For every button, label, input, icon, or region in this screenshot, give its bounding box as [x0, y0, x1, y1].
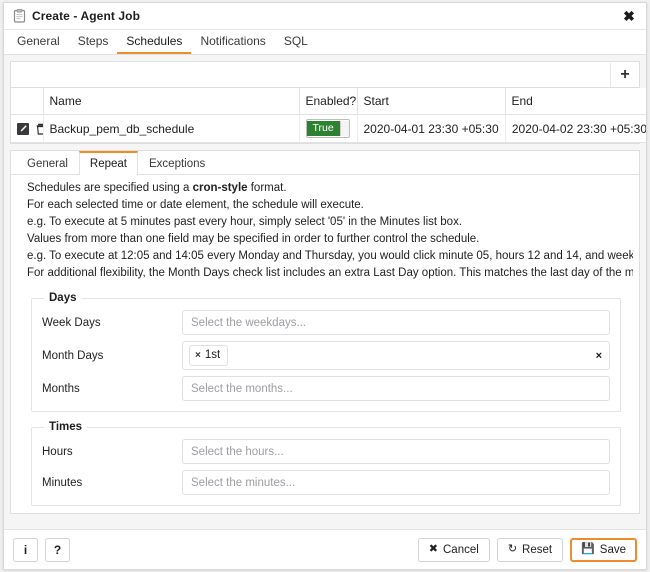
info-button[interactable]: i: [13, 537, 38, 562]
cell-schedule-name: Backup_pem_db_schedule: [43, 114, 300, 143]
close-icon[interactable]: ✖: [620, 7, 638, 25]
hours-select[interactable]: Select the hours...: [182, 439, 610, 464]
create-agent-job-dialog: Create - Agent Job ✖ General Steps Sched…: [3, 2, 647, 570]
table-header-row: Name Enabled? Start End: [11, 88, 646, 115]
schedule-subtabs: General Repeat Exceptions: [11, 151, 639, 175]
dialog-title: Create - Agent Job: [32, 9, 141, 23]
tab-sql[interactable]: SQL: [275, 32, 317, 54]
grid-toolbar: +: [11, 62, 639, 88]
week-days-placeholder: Select the weekdays...: [191, 316, 307, 329]
week-days-label: Week Days: [42, 316, 101, 329]
months-select[interactable]: Select the months...: [182, 376, 610, 401]
column-header-name: Name: [43, 88, 300, 115]
week-days-row: Week Days Select the weekdays...: [42, 310, 610, 335]
week-days-select[interactable]: Select the weekdays...: [182, 310, 610, 335]
reset-button[interactable]: ↻ Reset: [496, 537, 564, 562]
schedule-detail-panel: General Repeat Exceptions Schedules are …: [10, 150, 640, 514]
dialog-footer: i ? ✖ Cancel ↻ Reset 💾 Save: [4, 529, 646, 569]
month-days-row: Month Days × 1st ×: [42, 341, 610, 370]
month-days-label: Month Days: [42, 349, 104, 362]
cell-enabled: True: [299, 114, 358, 143]
tab-general[interactable]: General: [8, 32, 69, 54]
times-fieldset: Times Hours Select the hours... Minutes: [31, 421, 621, 506]
tab-steps[interactable]: Steps: [69, 32, 118, 54]
save-button-label: Save: [599, 543, 626, 556]
tab-notifications[interactable]: Notifications: [191, 32, 274, 54]
enabled-toggle-label: True: [306, 121, 340, 136]
help-line-6: For additional flexibility, the Month Da…: [27, 267, 633, 279]
cell-start: 2020-04-01 23:30 +05:30: [357, 114, 506, 143]
help-line-3: e.g. To execute at 5 minutes past every …: [27, 216, 463, 228]
subtab-general[interactable]: General: [16, 151, 79, 174]
schedules-table: Name Enabled? Start End Backup_pem_db_sc…: [11, 88, 646, 143]
floppy-disk-icon: 💾: [581, 543, 595, 555]
refresh-icon: ↻: [507, 543, 518, 555]
column-header-enabled: Enabled?: [299, 88, 358, 115]
minutes-placeholder: Select the minutes...: [191, 476, 296, 489]
subtab-exceptions[interactable]: Exceptions: [138, 151, 216, 174]
minutes-label: Minutes: [42, 476, 83, 489]
help-button[interactable]: ?: [45, 537, 70, 562]
hours-label: Hours: [42, 445, 73, 458]
months-row: Months Select the months...: [42, 376, 610, 401]
help-line-1a: Schedules are specified using a: [27, 182, 193, 194]
enabled-toggle-knob: [339, 121, 349, 136]
month-days-select[interactable]: × 1st ×: [182, 341, 610, 370]
column-header-actions: [11, 88, 44, 115]
chip-label: 1st: [204, 349, 221, 361]
days-legend: Days: [49, 292, 77, 304]
hours-row: Hours Select the hours...: [42, 439, 610, 464]
column-header-end: End: [505, 88, 646, 115]
help-line-1: Schedules are specified using a cron-sty…: [27, 181, 633, 196]
add-schedule-button[interactable]: +: [610, 62, 639, 87]
months-placeholder: Select the months...: [191, 382, 293, 395]
enabled-toggle[interactable]: True: [305, 119, 350, 138]
schedules-grid: + Name Enabled? Start End Backup_pem_db_…: [10, 61, 646, 144]
chip-remove-icon[interactable]: ×: [195, 348, 201, 363]
reset-button-label: Reset: [522, 543, 553, 556]
minutes-row: Minutes Select the minutes...: [42, 470, 610, 495]
table-row[interactable]: Backup_pem_db_schedule True 2020-04-01 2…: [11, 114, 646, 143]
clipboard-icon: [13, 9, 26, 23]
help-line-4: Values from more than one field may be s…: [27, 233, 480, 245]
save-button[interactable]: 💾 Save: [570, 537, 637, 562]
help-line-1c: format.: [247, 182, 287, 194]
month-days-clear-icon[interactable]: ×: [596, 350, 602, 362]
month-days-chip[interactable]: × 1st: [189, 345, 229, 366]
cell-end: 2020-04-02 23:30 +05:30: [505, 114, 646, 143]
cron-help-text: Schedules are specified using a cron-sty…: [11, 181, 639, 283]
times-legend: Times: [49, 421, 83, 433]
dialog-body: + Name Enabled? Start End Backup_pem_db_…: [4, 55, 646, 529]
main-tabs: General Steps Schedules Notifications SQ…: [4, 30, 646, 55]
delete-icon[interactable]: [35, 123, 42, 135]
subtab-repeat[interactable]: Repeat: [78, 151, 139, 175]
hours-placeholder: Select the hours...: [191, 445, 284, 458]
column-header-start: Start: [357, 88, 506, 115]
help-line-2: For each selected time or date element, …: [27, 199, 364, 211]
row-actions-cell: [11, 114, 44, 143]
days-fieldset: Days Week Days Select the weekdays... Mo…: [31, 292, 621, 412]
tab-schedules[interactable]: Schedules: [117, 32, 192, 54]
cancel-button-label: Cancel: [443, 543, 479, 556]
minutes-select[interactable]: Select the minutes...: [182, 470, 610, 495]
edit-icon[interactable]: [17, 123, 29, 136]
cross-icon: ✖: [428, 543, 438, 555]
months-label: Months: [42, 382, 80, 395]
repeat-pane: Schedules are specified using a cron-sty…: [11, 175, 639, 513]
cancel-button[interactable]: ✖ Cancel: [417, 537, 490, 562]
help-line-5: e.g. To execute at 12:05 and 14:05 every…: [27, 250, 633, 262]
dialog-titlebar: Create - Agent Job ✖: [4, 3, 646, 30]
help-line-1b: cron-style: [192, 182, 248, 194]
